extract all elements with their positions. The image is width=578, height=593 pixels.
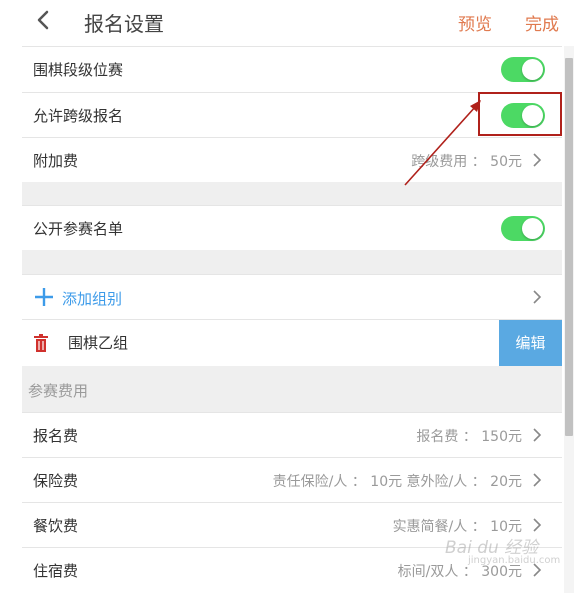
- row-label: 围棋段级位赛: [33, 61, 124, 79]
- row-value: 责任保险/人 ： 10元 意外险/人 ： 20元: [272, 474, 522, 490]
- annotation-arrow-icon: [404, 100, 481, 186]
- row-label: 保险费: [33, 472, 79, 490]
- row-label: 允许跨级报名: [33, 107, 124, 125]
- row-label: 报名费: [33, 427, 79, 445]
- section-gap: [22, 250, 562, 274]
- chevron-right-icon: [533, 290, 542, 304]
- preview-button[interactable]: 预览: [458, 10, 492, 35]
- row-label: 附加费: [33, 152, 79, 170]
- chevron-right-icon: [533, 518, 542, 532]
- row-label: 住宿费: [33, 562, 79, 580]
- row-weiqi-rank: 围棋段级位赛: [22, 46, 562, 91]
- trash-icon[interactable]: [33, 334, 49, 352]
- weiqi-rank-toggle[interactable]: [501, 57, 545, 82]
- row-label: 餐饮费: [33, 517, 79, 535]
- fee-row-insurance[interactable]: 保险费 责任保险/人 ： 10元 意外险/人 ： 20元: [22, 457, 562, 502]
- done-button[interactable]: 完成: [525, 10, 559, 35]
- plus-icon: [35, 288, 53, 306]
- annotation-highlight-box: [478, 92, 562, 136]
- chevron-right-icon: [533, 153, 542, 167]
- group-item-row[interactable]: 围棋乙组 编辑: [22, 319, 562, 366]
- toggle-knob: [522, 59, 543, 80]
- fee-row-registration[interactable]: 报名费 报名费 ： 150元: [22, 412, 562, 457]
- add-group-label: 添加组别: [62, 290, 123, 308]
- nav-header: 报名设置 预览 完成: [0, 0, 578, 44]
- fees-section-title: 参赛费用: [28, 382, 89, 400]
- public-list-toggle[interactable]: [501, 216, 545, 241]
- chevron-right-icon: [533, 473, 542, 487]
- fees-section-header: 参赛费用: [22, 366, 562, 412]
- edit-button[interactable]: 编辑: [499, 320, 562, 366]
- watermark-url: jingyan.baidu.com: [468, 555, 561, 566]
- row-label: 公开参赛名单: [33, 220, 124, 238]
- page-title: 报名设置: [84, 12, 164, 36]
- add-group-row[interactable]: 添加组别: [22, 274, 562, 319]
- row-value: 报名费 ： 150元: [416, 429, 522, 445]
- scrollbar-thumb[interactable]: [565, 58, 573, 436]
- group-label: 围棋乙组: [68, 334, 129, 352]
- back-chevron-icon[interactable]: [30, 6, 56, 34]
- row-public-list: 公开参赛名单: [22, 205, 562, 250]
- chevron-right-icon: [533, 428, 542, 442]
- toggle-knob: [522, 218, 543, 239]
